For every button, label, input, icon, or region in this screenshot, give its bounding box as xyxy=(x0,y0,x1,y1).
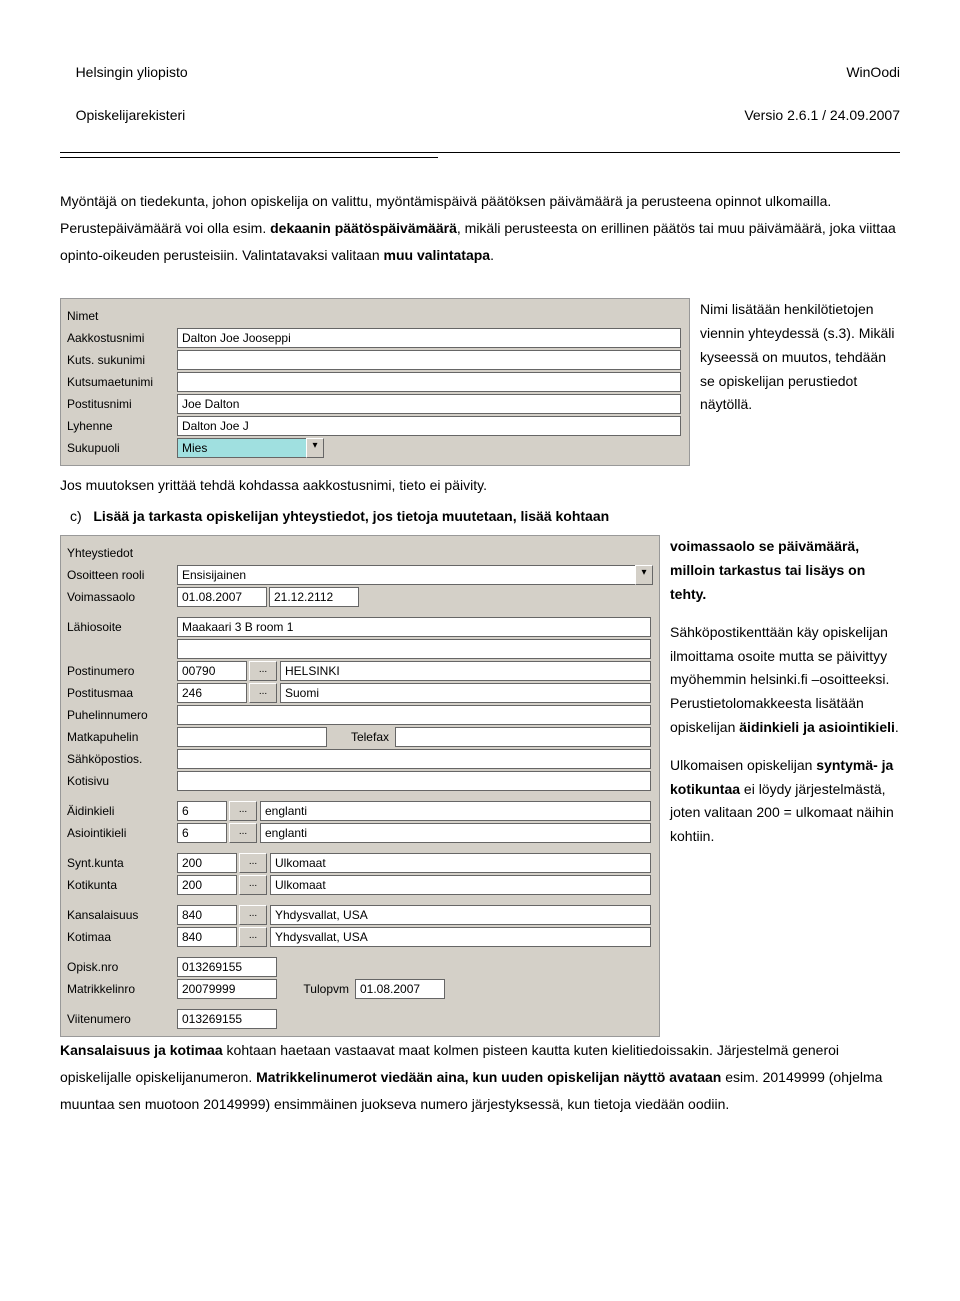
label-asiointikieli: Asiointikieli xyxy=(67,824,177,843)
app-name: WinOodi xyxy=(846,64,900,80)
divider xyxy=(60,152,900,153)
label-postinumero: Postinumero xyxy=(67,662,177,681)
label-sukupuoli: Sukupuoli xyxy=(67,439,177,458)
input-voim1[interactable]: 01.08.2007 xyxy=(177,587,267,607)
input-kansalaisuus-name[interactable]: Yhdysvallat, USA xyxy=(270,905,651,925)
input-postitusmaa[interactable]: 246 xyxy=(177,683,247,703)
short-divider xyxy=(60,157,438,158)
label-matkapuhelin: Matkapuhelin xyxy=(67,728,177,747)
input-lahiosoite-2[interactable] xyxy=(177,639,651,659)
org-name: Helsingin yliopisto xyxy=(76,64,188,80)
dropdown-icon[interactable]: ▾ xyxy=(306,438,324,458)
label-voimassaolo: Voimassaolo xyxy=(67,588,177,607)
side2-p3: Ulkomaisen opiskelijan syntymä- ja kotik… xyxy=(670,754,900,849)
input-matkapuhelin[interactable] xyxy=(177,727,327,747)
ellipsis-button[interactable]: ... xyxy=(229,823,257,843)
input-aidinkieli[interactable]: 6 xyxy=(177,801,227,821)
page-header: Helsingin yliopisto Opiskelijarekisteri … xyxy=(60,40,900,148)
label-viitenumero: Viitenumero xyxy=(67,1010,177,1029)
bottom-para: Kansalaisuus ja kotimaa kohtaan haetaan … xyxy=(60,1037,900,1117)
label-telefax: Telefax xyxy=(329,728,395,747)
ellipsis-button[interactable]: ... xyxy=(249,683,277,703)
input-postinumero-city[interactable]: HELSINKI xyxy=(280,661,651,681)
label-aidinkieli: Äidinkieli xyxy=(67,802,177,821)
input-kotikunta[interactable]: 200 xyxy=(177,875,237,895)
label-syntkunta: Synt.kunta xyxy=(67,854,177,873)
ellipsis-button[interactable]: ... xyxy=(239,853,267,873)
label-postitusmaa: Postitusmaa xyxy=(67,684,177,703)
input-asiointikieli[interactable]: 6 xyxy=(177,823,227,843)
ellipsis-button[interactable]: ... xyxy=(239,905,267,925)
label-kuts-sukunimi: Kuts. sukunimi xyxy=(67,351,177,370)
label-kotikunta: Kotikunta xyxy=(67,876,177,895)
side-note-1: Nimi lisätään henkilötietojen viennin yh… xyxy=(690,298,900,466)
ellipsis-button[interactable]: ... xyxy=(249,661,277,681)
after-names-line: Jos muutoksen yrittää tehdä kohdassa aak… xyxy=(60,472,900,499)
input-matrikkelinro[interactable]: 20079999 xyxy=(177,979,277,999)
input-tulopvm[interactable]: 01.08.2007 xyxy=(355,979,445,999)
input-voim2[interactable]: 21.12.2112 xyxy=(269,587,359,607)
label-postitusnimi: Postitusnimi xyxy=(67,395,177,414)
label-kansalaisuus: Kansalaisuus xyxy=(67,906,177,925)
side2-p2: Sähköpostikenttään käy opiskelijan ilmoi… xyxy=(670,621,900,740)
input-kotisivu[interactable] xyxy=(177,771,651,791)
input-opisknro[interactable]: 013269155 xyxy=(177,957,277,977)
input-lyhenne[interactable]: Dalton Joe J xyxy=(177,416,681,436)
label-puhelinnumero: Puhelinnumero xyxy=(67,706,177,725)
ellipsis-button[interactable]: ... xyxy=(239,927,267,947)
input-telefax[interactable] xyxy=(395,727,651,747)
label-tulopvm: Tulopvm xyxy=(279,980,355,999)
registry-name: Opiskelijarekisteri xyxy=(76,107,186,123)
label-matrikkelinro: Matrikkelinro xyxy=(67,980,177,999)
input-postitusnimi[interactable]: Joe Dalton xyxy=(177,394,681,414)
input-kansalaisuus[interactable]: 840 xyxy=(177,905,237,925)
label-sahkopostios: Sähköpostios. xyxy=(67,750,177,769)
label-kotisivu: Kotisivu xyxy=(67,772,177,791)
input-lahiosoite[interactable]: Maakaari 3 B room 1 xyxy=(177,617,651,637)
label-nimet: Nimet xyxy=(67,307,177,326)
label-kotimaa: Kotimaa xyxy=(67,928,177,947)
input-sahkopostios[interactable] xyxy=(177,749,651,769)
label-kutsumaetunimi: Kutsumaetunimi xyxy=(67,373,177,392)
input-kotimaa-name[interactable]: Yhdysvallat, USA xyxy=(270,927,651,947)
side2-p1: voimassaolo se päivämäärä, milloin tarka… xyxy=(670,535,900,606)
input-viitenumero[interactable]: 013269155 xyxy=(177,1009,277,1029)
input-kotikunta-name[interactable]: Ulkomaat xyxy=(270,875,651,895)
input-syntkunta-name[interactable]: Ulkomaat xyxy=(270,853,651,873)
input-aakkostusnimi[interactable]: Dalton Joe Jooseppi xyxy=(177,328,681,348)
names-form: Nimet Aakkostusnimi Dalton Joe Jooseppi … xyxy=(60,298,690,466)
input-kotimaa[interactable]: 840 xyxy=(177,927,237,947)
input-aidinkieli-name[interactable]: englanti xyxy=(260,801,651,821)
item-c: c) Lisää ja tarkasta opiskelijan yhteyst… xyxy=(60,503,900,530)
input-postinumero[interactable]: 00790 xyxy=(177,661,247,681)
intro-para: Myöntäjä on tiedekunta, johon opiskelija… xyxy=(60,188,900,268)
ellipsis-button[interactable]: ... xyxy=(239,875,267,895)
input-kutsumaetunimi[interactable] xyxy=(177,372,681,392)
input-osoitteen-rooli[interactable]: Ensisijainen xyxy=(177,565,636,585)
label-lyhenne: Lyhenne xyxy=(67,417,177,436)
label-lahiosoite: Lähiosoite xyxy=(67,618,177,637)
label-opisknro: Opisk.nro xyxy=(67,958,177,977)
input-sukupuoli[interactable]: Mies xyxy=(177,438,307,458)
version: Versio 2.6.1 / 24.09.2007 xyxy=(744,107,900,123)
label-osoitteen-rooli: Osoitteen rooli xyxy=(67,566,177,585)
label-yhteystiedot: Yhteystiedot xyxy=(67,544,177,563)
input-syntkunta[interactable]: 200 xyxy=(177,853,237,873)
dropdown-icon[interactable]: ▾ xyxy=(635,565,653,585)
contact-form: Yhteystiedot Osoitteen rooli Ensisijaine… xyxy=(60,535,660,1037)
input-postitusmaa-name[interactable]: Suomi xyxy=(280,683,651,703)
input-puhelinnumero[interactable] xyxy=(177,705,651,725)
input-kuts-sukunimi[interactable] xyxy=(177,350,681,370)
input-asiointikieli-name[interactable]: englanti xyxy=(260,823,651,843)
ellipsis-button[interactable]: ... xyxy=(229,801,257,821)
label-aakkostusnimi: Aakkostusnimi xyxy=(67,329,177,348)
